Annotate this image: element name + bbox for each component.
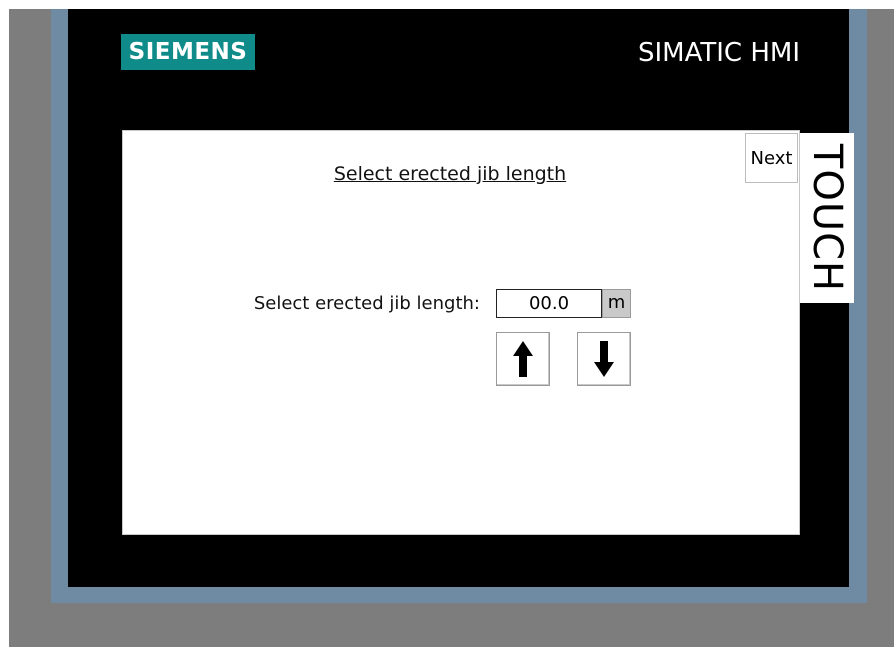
brand-title: SIMATIC HMI bbox=[638, 38, 800, 68]
touch-label: TOUCH bbox=[800, 133, 854, 303]
increase-button[interactable] bbox=[496, 332, 550, 386]
page-title: Select erected jib length bbox=[333, 163, 567, 185]
touch-label-text: TOUCH bbox=[804, 143, 851, 293]
unit-label: m bbox=[602, 289, 631, 318]
next-button[interactable]: Next bbox=[745, 133, 798, 183]
arrow-down-icon bbox=[594, 341, 614, 377]
decrease-button[interactable] bbox=[577, 332, 631, 386]
jib-length-value-field[interactable]: 00.0 bbox=[496, 289, 602, 318]
hmi-screen bbox=[122, 130, 800, 535]
jib-length-label: Select erected jib length: bbox=[253, 293, 480, 314]
siemens-logo: SIEMENS bbox=[121, 34, 255, 70]
arrow-up-icon bbox=[513, 341, 533, 377]
